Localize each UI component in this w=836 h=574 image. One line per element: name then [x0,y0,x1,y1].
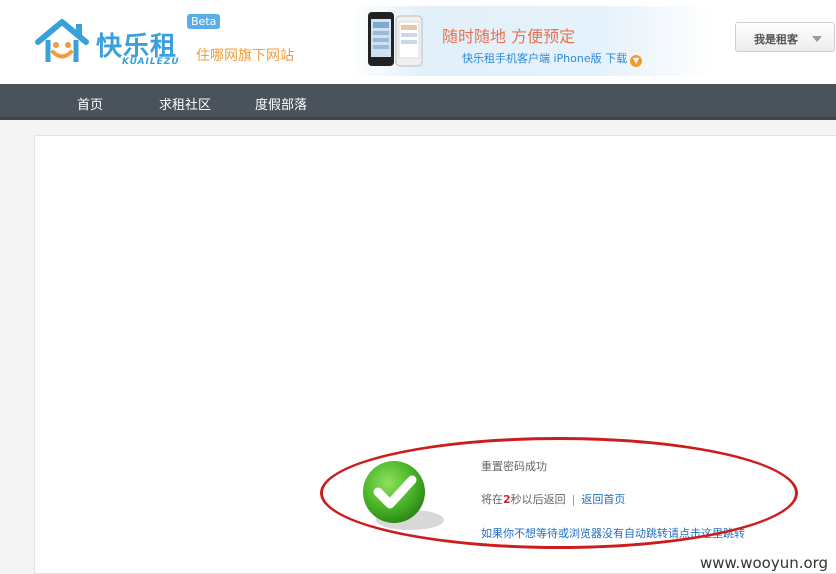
site-logo[interactable]: 快乐租 KUAILEZU Beta 住哪网旗下网站 [34,14,304,74]
house-smile-icon [35,19,89,62]
nav-item-home[interactable]: 首页 [77,94,103,113]
nav-item-rent-community[interactable]: 求租社区 [159,94,211,113]
site-header: 快乐租 KUAILEZU Beta 住哪网旗下网站 随时随地 方便预定 快乐租手… [0,0,836,84]
caret-down-icon [812,36,822,42]
app-download-link[interactable]: 快乐租手机客户端 iPhone版 下载 ▼ [462,50,643,67]
site-slogan: 住哪网旗下网站 [196,48,294,64]
main-nav: 首页 求租社区 度假部落 [0,84,836,120]
logo-subtitle: KUAILEZU [122,57,180,67]
countdown-prefix: 将在 [481,493,503,506]
return-home-link[interactable]: 返回首页 [581,493,625,506]
app-download-label: 快乐租手机客户端 iPhone版 下载 [462,52,628,65]
separator: | [571,493,576,506]
promo-title: 随时随地 方便预定 [442,27,576,46]
phone-icon [368,12,423,67]
app-promo-banner[interactable]: 随时随地 方便预定 快乐租手机客户端 iPhone版 下载 ▼ [352,6,712,76]
nav-item-vacation[interactable]: 度假部落 [255,94,307,113]
countdown-seconds: 2 [503,493,511,506]
user-role-label: 我是租客 [754,33,798,46]
success-message: 重置密码成功 [481,460,547,473]
manual-redirect-link[interactable]: 如果你不想等待或浏览器没有自动跳转请点击这里跳转 [481,525,745,541]
user-role-dropdown[interactable]: 我是租客 [735,22,835,52]
watermark: www.wooyun.org [700,554,829,572]
download-arrow-icon: ▼ [630,55,643,67]
beta-badge: Beta [187,14,221,29]
checkmark-icon [363,461,444,530]
countdown-suffix: 秒以后返回 [510,493,566,506]
redirect-countdown: 将在2秒以后返回 | 返回首页 [481,491,625,507]
